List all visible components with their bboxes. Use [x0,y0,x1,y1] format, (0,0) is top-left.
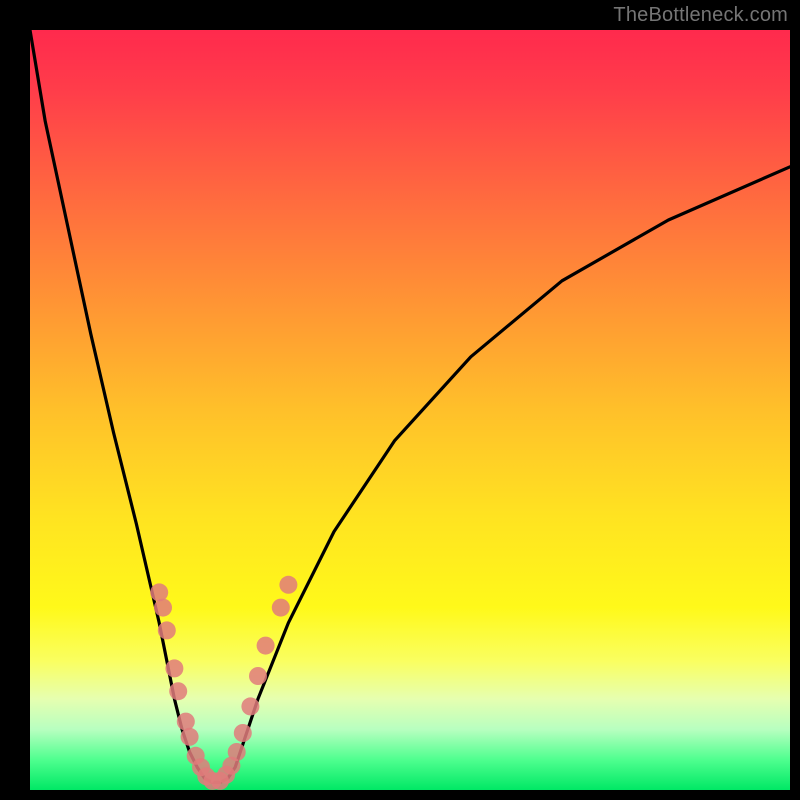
marker-dot [177,713,195,731]
marker-dot [272,599,290,617]
marker-dot [249,667,267,685]
watermark-text: TheBottleneck.com [613,4,788,27]
marker-dot [154,599,172,617]
curve-svg [30,30,790,790]
bottleneck-curve [30,30,790,782]
marker-dot [241,697,259,715]
marker-dot [279,576,297,594]
marker-dot [158,621,176,639]
chart-frame: TheBottleneck.com [0,0,800,800]
marker-dot [234,724,252,742]
plot-area [30,30,790,790]
marker-dot [181,728,199,746]
marker-dot [169,682,187,700]
marker-dot [165,659,183,677]
marker-dot [257,637,275,655]
marker-dot [228,743,246,761]
marker-dot [150,583,168,601]
